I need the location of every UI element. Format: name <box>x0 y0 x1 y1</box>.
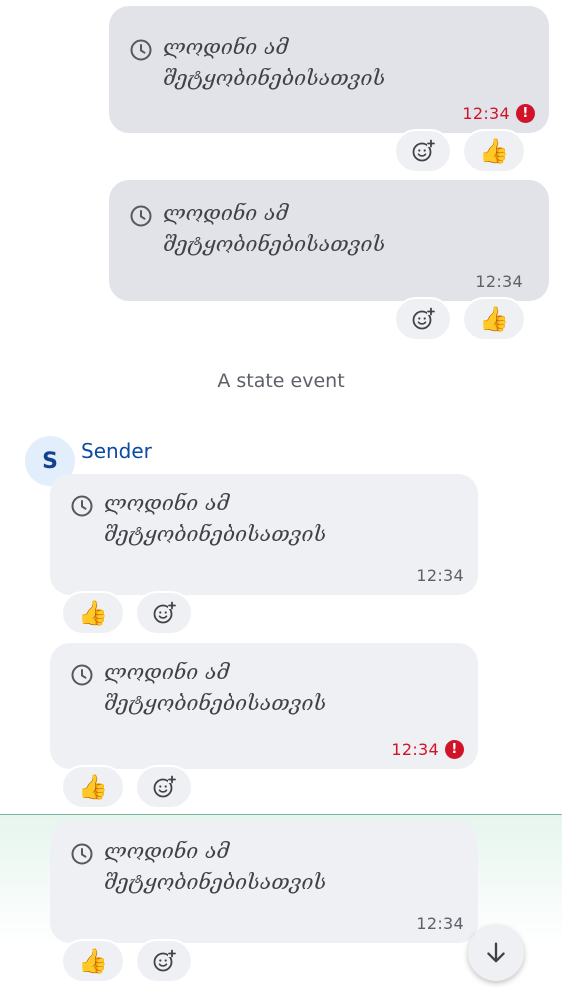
timestamp-text: 12:34 <box>475 272 523 291</box>
clock-icon <box>71 495 93 517</box>
thumbs-up-emoji: 👍 <box>479 137 509 165</box>
timestamp: 12:34 <box>416 566 464 585</box>
message-text: ლოდინი ამ შეტყობინებისათვის <box>163 201 386 256</box>
add-reaction-icon <box>412 307 435 330</box>
message-bubble[interactable]: ლოდინი ამ შეტყობინებისათვის 12:34 <box>50 474 478 595</box>
sender-name[interactable]: Sender <box>81 439 152 463</box>
add-reaction-icon <box>153 775 176 798</box>
thumbs-up-emoji: 👍 <box>78 599 108 627</box>
timestamp-text: 12:34 <box>416 566 464 585</box>
add-reaction-button[interactable] <box>394 297 452 341</box>
add-reaction-icon <box>153 949 176 972</box>
thumbs-up-emoji: 👍 <box>479 305 509 333</box>
error-icon[interactable]: ! <box>445 740 464 759</box>
message-text: ლოდინი ამ შეტყობინებისათვის <box>104 839 327 894</box>
message-bubble[interactable]: ლოდინი ამ შეტყობინებისათვის 12:34 <box>109 180 549 301</box>
reaction-thumbs-up[interactable]: 👍 <box>462 129 526 173</box>
add-reaction-button[interactable] <box>135 591 193 635</box>
clock-icon <box>130 205 152 227</box>
scroll-to-bottom-button[interactable] <box>468 925 524 981</box>
timestamp-text: 12:34 <box>391 740 439 759</box>
add-reaction-button[interactable] <box>135 765 193 809</box>
message-bubble[interactable]: ლოდინი ამ შეტყობინებისათვის 12:34 ! <box>50 643 478 769</box>
add-reaction-icon <box>153 601 176 624</box>
message-bubble[interactable]: ლოდინი ამ შეტყობინებისათვის 12:34 ! <box>109 6 549 133</box>
error-icon[interactable]: ! <box>516 104 535 123</box>
timestamp: 12:34 ! <box>462 104 535 123</box>
timestamp-text: 12:34 <box>416 914 464 933</box>
timestamp: 12:34 ! <box>391 740 464 759</box>
timestamp: 12:34 <box>475 272 523 291</box>
reaction-thumbs-up[interactable]: 👍 <box>462 297 526 341</box>
thumbs-up-emoji: 👍 <box>78 773 108 801</box>
add-reaction-icon <box>412 139 435 162</box>
add-reaction-button[interactable] <box>394 129 452 173</box>
clock-icon <box>71 843 93 865</box>
timestamp-text: 12:34 <box>462 104 510 123</box>
reaction-thumbs-up[interactable]: 👍 <box>61 765 125 809</box>
thumbs-up-emoji: 👍 <box>78 947 108 975</box>
message-text: ლოდინი ამ შეტყობინებისათვის <box>104 491 327 546</box>
arrow-down-icon <box>487 942 505 963</box>
timestamp: 12:34 <box>416 914 464 933</box>
add-reaction-button[interactable] <box>135 939 193 983</box>
message-bubble[interactable]: ლოდინი ამ შეტყობინებისათვის 12:34 <box>50 822 478 943</box>
message-text: ლოდინი ამ შეტყობინებისათვის <box>163 35 386 90</box>
reaction-thumbs-up[interactable]: 👍 <box>61 939 125 983</box>
clock-icon <box>130 39 152 61</box>
clock-icon <box>71 664 93 686</box>
message-text: ლოდინი ამ შეტყობინებისათვის <box>104 660 327 715</box>
state-event: A state event <box>217 370 345 392</box>
reaction-thumbs-up[interactable]: 👍 <box>61 591 125 635</box>
